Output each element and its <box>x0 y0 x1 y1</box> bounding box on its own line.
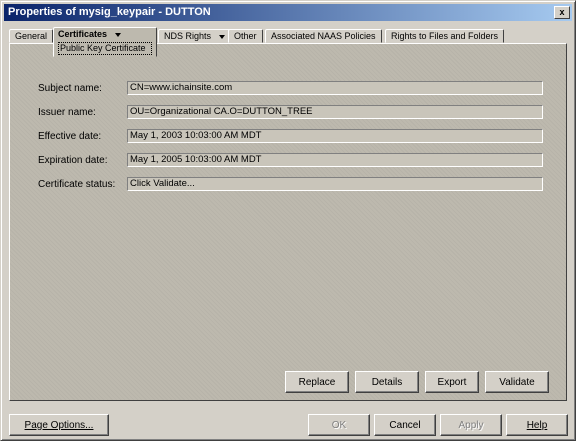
page-options-button[interactable]: Page Options... <box>9 414 109 436</box>
replace-button-label: Replace <box>298 376 336 388</box>
issuer-name-label: Issuer name: <box>38 107 96 118</box>
tab-rights-files-label: Rights to Files and Folders <box>391 31 499 41</box>
tab-naas-label: Associated NAAS Policies <box>271 31 376 41</box>
certificate-status-field[interactable]: Click Validate... <box>127 177 543 191</box>
effective-date-label: Effective date: <box>38 131 102 142</box>
tab-general[interactable]: General <box>9 29 54 43</box>
close-button[interactable]: x <box>554 6 570 19</box>
tab-certificates-subpage[interactable]: Public Key Certificate <box>58 42 152 55</box>
page-options-label: Page Options... <box>24 419 94 431</box>
tab-general-label: General <box>15 31 48 41</box>
tab-other-label: Other <box>234 31 257 41</box>
certificates-panel <box>9 43 567 401</box>
certificate-status-label: Certificate status: <box>38 179 116 190</box>
help-button[interactable]: Help <box>506 414 568 436</box>
help-button-label: Help <box>526 419 548 431</box>
chevron-down-icon[interactable] <box>115 32 122 37</box>
details-button[interactable]: Details <box>355 371 419 393</box>
tab-rights-to-files-and-folders[interactable]: Rights to Files and Folders <box>385 29 505 43</box>
tab-other[interactable]: Other <box>228 29 263 43</box>
cancel-button[interactable]: Cancel <box>374 414 436 436</box>
apply-button-label: Apply <box>458 419 484 431</box>
tab-associated-naas-policies[interactable]: Associated NAAS Policies <box>265 29 382 43</box>
tab-certificates-main: Certificates <box>58 28 152 41</box>
ok-button-label: OK <box>331 419 347 431</box>
tab-certificates[interactable]: Certificates Public Key Certificate <box>53 27 157 57</box>
issuer-name-field[interactable]: OU=Organizational CA.O=DUTTON_TREE <box>127 105 543 119</box>
title-bar[interactable]: Properties of mysig_keypair - DUTTON x <box>4 4 572 21</box>
details-button-label: Details <box>371 376 403 388</box>
subject-name-field[interactable]: CN=www.ichainsite.com <box>127 81 543 95</box>
apply-button[interactable]: Apply <box>440 414 502 436</box>
tab-nds-rights-label: NDS Rights <box>164 31 212 41</box>
window-title: Properties of mysig_keypair - DUTTON <box>8 6 211 18</box>
expiration-date-field[interactable]: May 1, 2005 10:03:00 AM MDT <box>127 153 543 167</box>
chevron-down-icon[interactable] <box>219 34 226 39</box>
cancel-button-label: Cancel <box>389 419 421 431</box>
validate-button[interactable]: Validate <box>485 371 549 393</box>
replace-button[interactable]: Replace <box>285 371 349 393</box>
export-button[interactable]: Export <box>425 371 479 393</box>
tab-certificates-label: Certificates <box>58 29 108 39</box>
expiration-date-label: Expiration date: <box>38 155 108 166</box>
close-icon: x <box>559 7 565 17</box>
subject-name-label: Subject name: <box>38 83 102 94</box>
effective-date-field[interactable]: May 1, 2003 10:03:00 AM MDT <box>127 129 543 143</box>
validate-button-label: Validate <box>499 376 535 388</box>
properties-dialog: Properties of mysig_keypair - DUTTON x G… <box>0 0 576 441</box>
ok-button[interactable]: OK <box>308 414 370 436</box>
export-button-label: Export <box>437 376 467 388</box>
tab-nds-rights[interactable]: NDS Rights <box>158 29 232 43</box>
